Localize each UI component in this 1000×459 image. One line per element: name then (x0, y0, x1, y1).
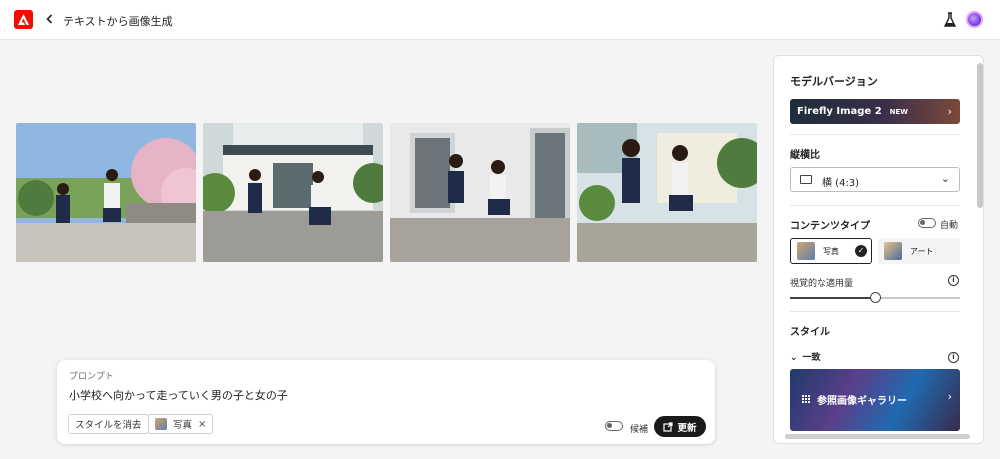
visual-intensity-label: 視覚的な適用量 (790, 279, 854, 289)
flask-icon[interactable] (943, 12, 957, 32)
art-thumbnail (884, 242, 902, 260)
settings-panel: モデルバージョン Firefly Image 2 NEW › 縦横比 横 (4:… (773, 55, 984, 444)
reference-gallery-button[interactable]: 参照画像ギャラリー › (790, 369, 960, 431)
panel-scrollbar[interactable] (975, 55, 984, 440)
style-group-toggle[interactable]: ⌄ 一致 (790, 350, 821, 363)
auto-label: 自動 (940, 221, 959, 231)
style-chip-photo[interactable]: 写真 × (148, 414, 214, 434)
refresh-icon (663, 421, 674, 432)
user-avatar[interactable] (966, 11, 983, 28)
aspect-ratio-select[interactable]: 横 (4:3) ⌄ (790, 167, 960, 192)
top-bar: テキストから画像生成 (0, 0, 1000, 40)
auto-toggle[interactable] (918, 218, 936, 228)
content-type-title: コンテンツタイプ (790, 221, 870, 232)
visual-intensity-slider[interactable] (790, 292, 960, 303)
prompt-box: プロンプト 小学校へ向かって走っていく男の子と女の子 スタイルを消去 写真 × … (57, 360, 715, 444)
style-group-label: 一致 (802, 353, 821, 363)
close-icon[interactable]: × (198, 419, 206, 430)
info-icon[interactable]: i (948, 352, 959, 363)
photo-style-thumbnail (155, 418, 167, 430)
clear-style-button[interactable]: スタイルを消去 (68, 414, 149, 434)
chevron-down-icon: ⌄ (790, 353, 798, 363)
divider (790, 134, 960, 135)
aspect-section-title: 縦横比 (790, 150, 820, 161)
new-badge: NEW (889, 107, 909, 116)
model-section-title: モデルバージョン (790, 75, 878, 88)
style-chip-label: 写真 (173, 420, 193, 431)
model-name: Firefly Image 2 (797, 106, 882, 117)
content-type-photo[interactable]: 写真 ✓ (790, 238, 872, 264)
content-type-art-label: アート (910, 246, 934, 256)
adobe-logo-icon[interactable] (14, 10, 33, 29)
model-version-button[interactable]: Firefly Image 2 NEW › (790, 99, 960, 124)
panel-horizontal-scrollbar[interactable] (785, 434, 970, 439)
chevron-right-icon: › (947, 390, 952, 403)
landscape-icon (800, 175, 812, 184)
prompt-label: プロンプト (69, 372, 114, 382)
slider-handle[interactable] (870, 292, 881, 303)
generated-image-2[interactable] (203, 123, 383, 262)
scrollbar-thumb[interactable] (977, 63, 983, 208)
reference-gallery-label: 参照画像ギャラリー (817, 396, 907, 407)
info-icon[interactable]: i (948, 275, 959, 286)
photo-thumbnail (797, 242, 815, 260)
aspect-ratio-value: 横 (4:3) (822, 178, 860, 189)
candidates-toggle[interactable] (605, 421, 623, 431)
clear-style-label: スタイルを消去 (75, 420, 142, 431)
candidates-label: 候補 (630, 425, 649, 435)
checkmark-icon: ✓ (855, 245, 867, 257)
update-label: 更新 (677, 422, 697, 434)
slider-fill (790, 297, 875, 299)
grid-icon (802, 395, 811, 404)
generated-image-1[interactable] (16, 123, 196, 262)
generated-image-4[interactable] (577, 123, 757, 262)
prompt-input[interactable]: 小学校へ向かって走っていく男の子と女の子 (69, 387, 288, 403)
chevron-left-icon[interactable] (44, 11, 56, 27)
chevron-down-icon: ⌄ (940, 172, 950, 185)
update-button[interactable]: 更新 (654, 416, 706, 437)
style-section-title: スタイル (790, 327, 830, 338)
content-type-art[interactable]: アート (878, 238, 960, 264)
generated-image-3[interactable] (390, 123, 570, 262)
content-type-photo-label: 写真 (823, 246, 839, 256)
page-title: テキストから画像生成 (63, 15, 173, 28)
divider (790, 205, 960, 206)
divider (790, 311, 960, 312)
chevron-right-icon: › (947, 105, 952, 118)
